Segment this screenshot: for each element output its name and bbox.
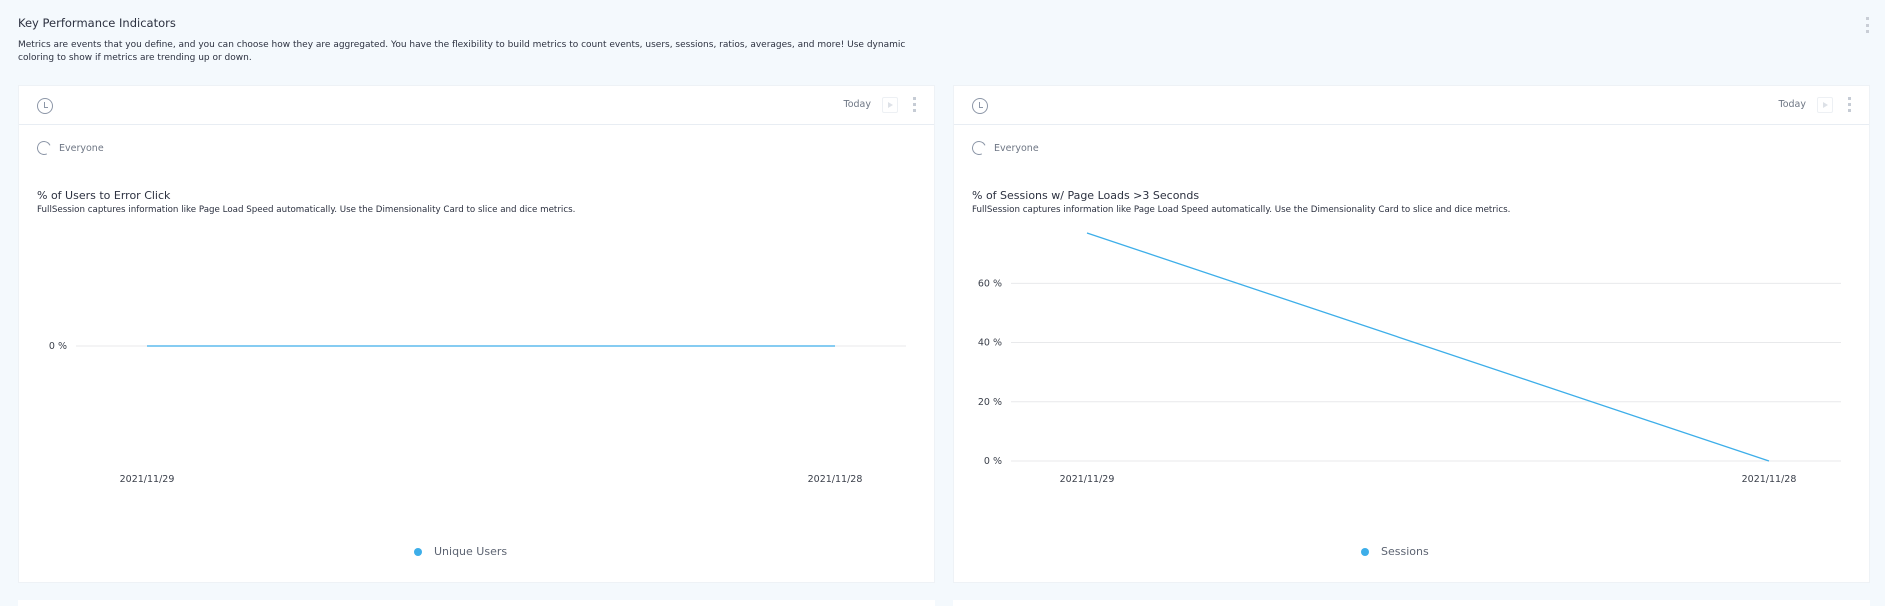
x-tick-label: 2021/11/28 [1742, 474, 1797, 485]
next-card-edge [953, 600, 1870, 606]
y-tick-label: 20 % [978, 397, 1002, 408]
line-chart: 0 % 2021/11/29 2021/11/28 [49, 341, 906, 485]
series-line [1086, 232, 1770, 462]
x-tick-label: 2021/11/29 [1060, 474, 1115, 485]
x-tick-label: 2021/11/29 [120, 474, 175, 485]
y-tick-label: 0 % [984, 456, 1002, 467]
page-title: Key Performance Indicators [18, 16, 176, 30]
y-tick-label: 60 % [978, 278, 1002, 289]
legend-dot [1361, 547, 1369, 556]
next-card-edge [18, 600, 935, 606]
page-header: Key Performance Indicators Metrics are e… [18, 16, 938, 65]
legend-label: Sessions [1381, 545, 1429, 558]
kebab-menu-icon[interactable] [1864, 17, 1870, 33]
y-tick-label: 40 % [978, 338, 1002, 349]
legend-item[interactable]: Sessions [1361, 545, 1429, 558]
page-description: Metrics are events that you define, and … [18, 40, 906, 63]
x-tick-label: 2021/11/28 [808, 474, 863, 485]
y-tick-label: 0 % [49, 341, 67, 352]
legend-dot [414, 547, 422, 556]
legend-item[interactable]: Unique Users [414, 545, 507, 558]
kpi-card-error-click: Today Everyone % of Users to Error Click… [18, 85, 935, 583]
kpi-card-page-loads: Today Everyone % of Sessions w/ Page Loa… [953, 85, 1870, 583]
line-chart: 0 % 20 % 40 % 60 % 2021/11/29 2021/11/28 [978, 232, 1841, 485]
legend-label: Unique Users [434, 545, 508, 558]
